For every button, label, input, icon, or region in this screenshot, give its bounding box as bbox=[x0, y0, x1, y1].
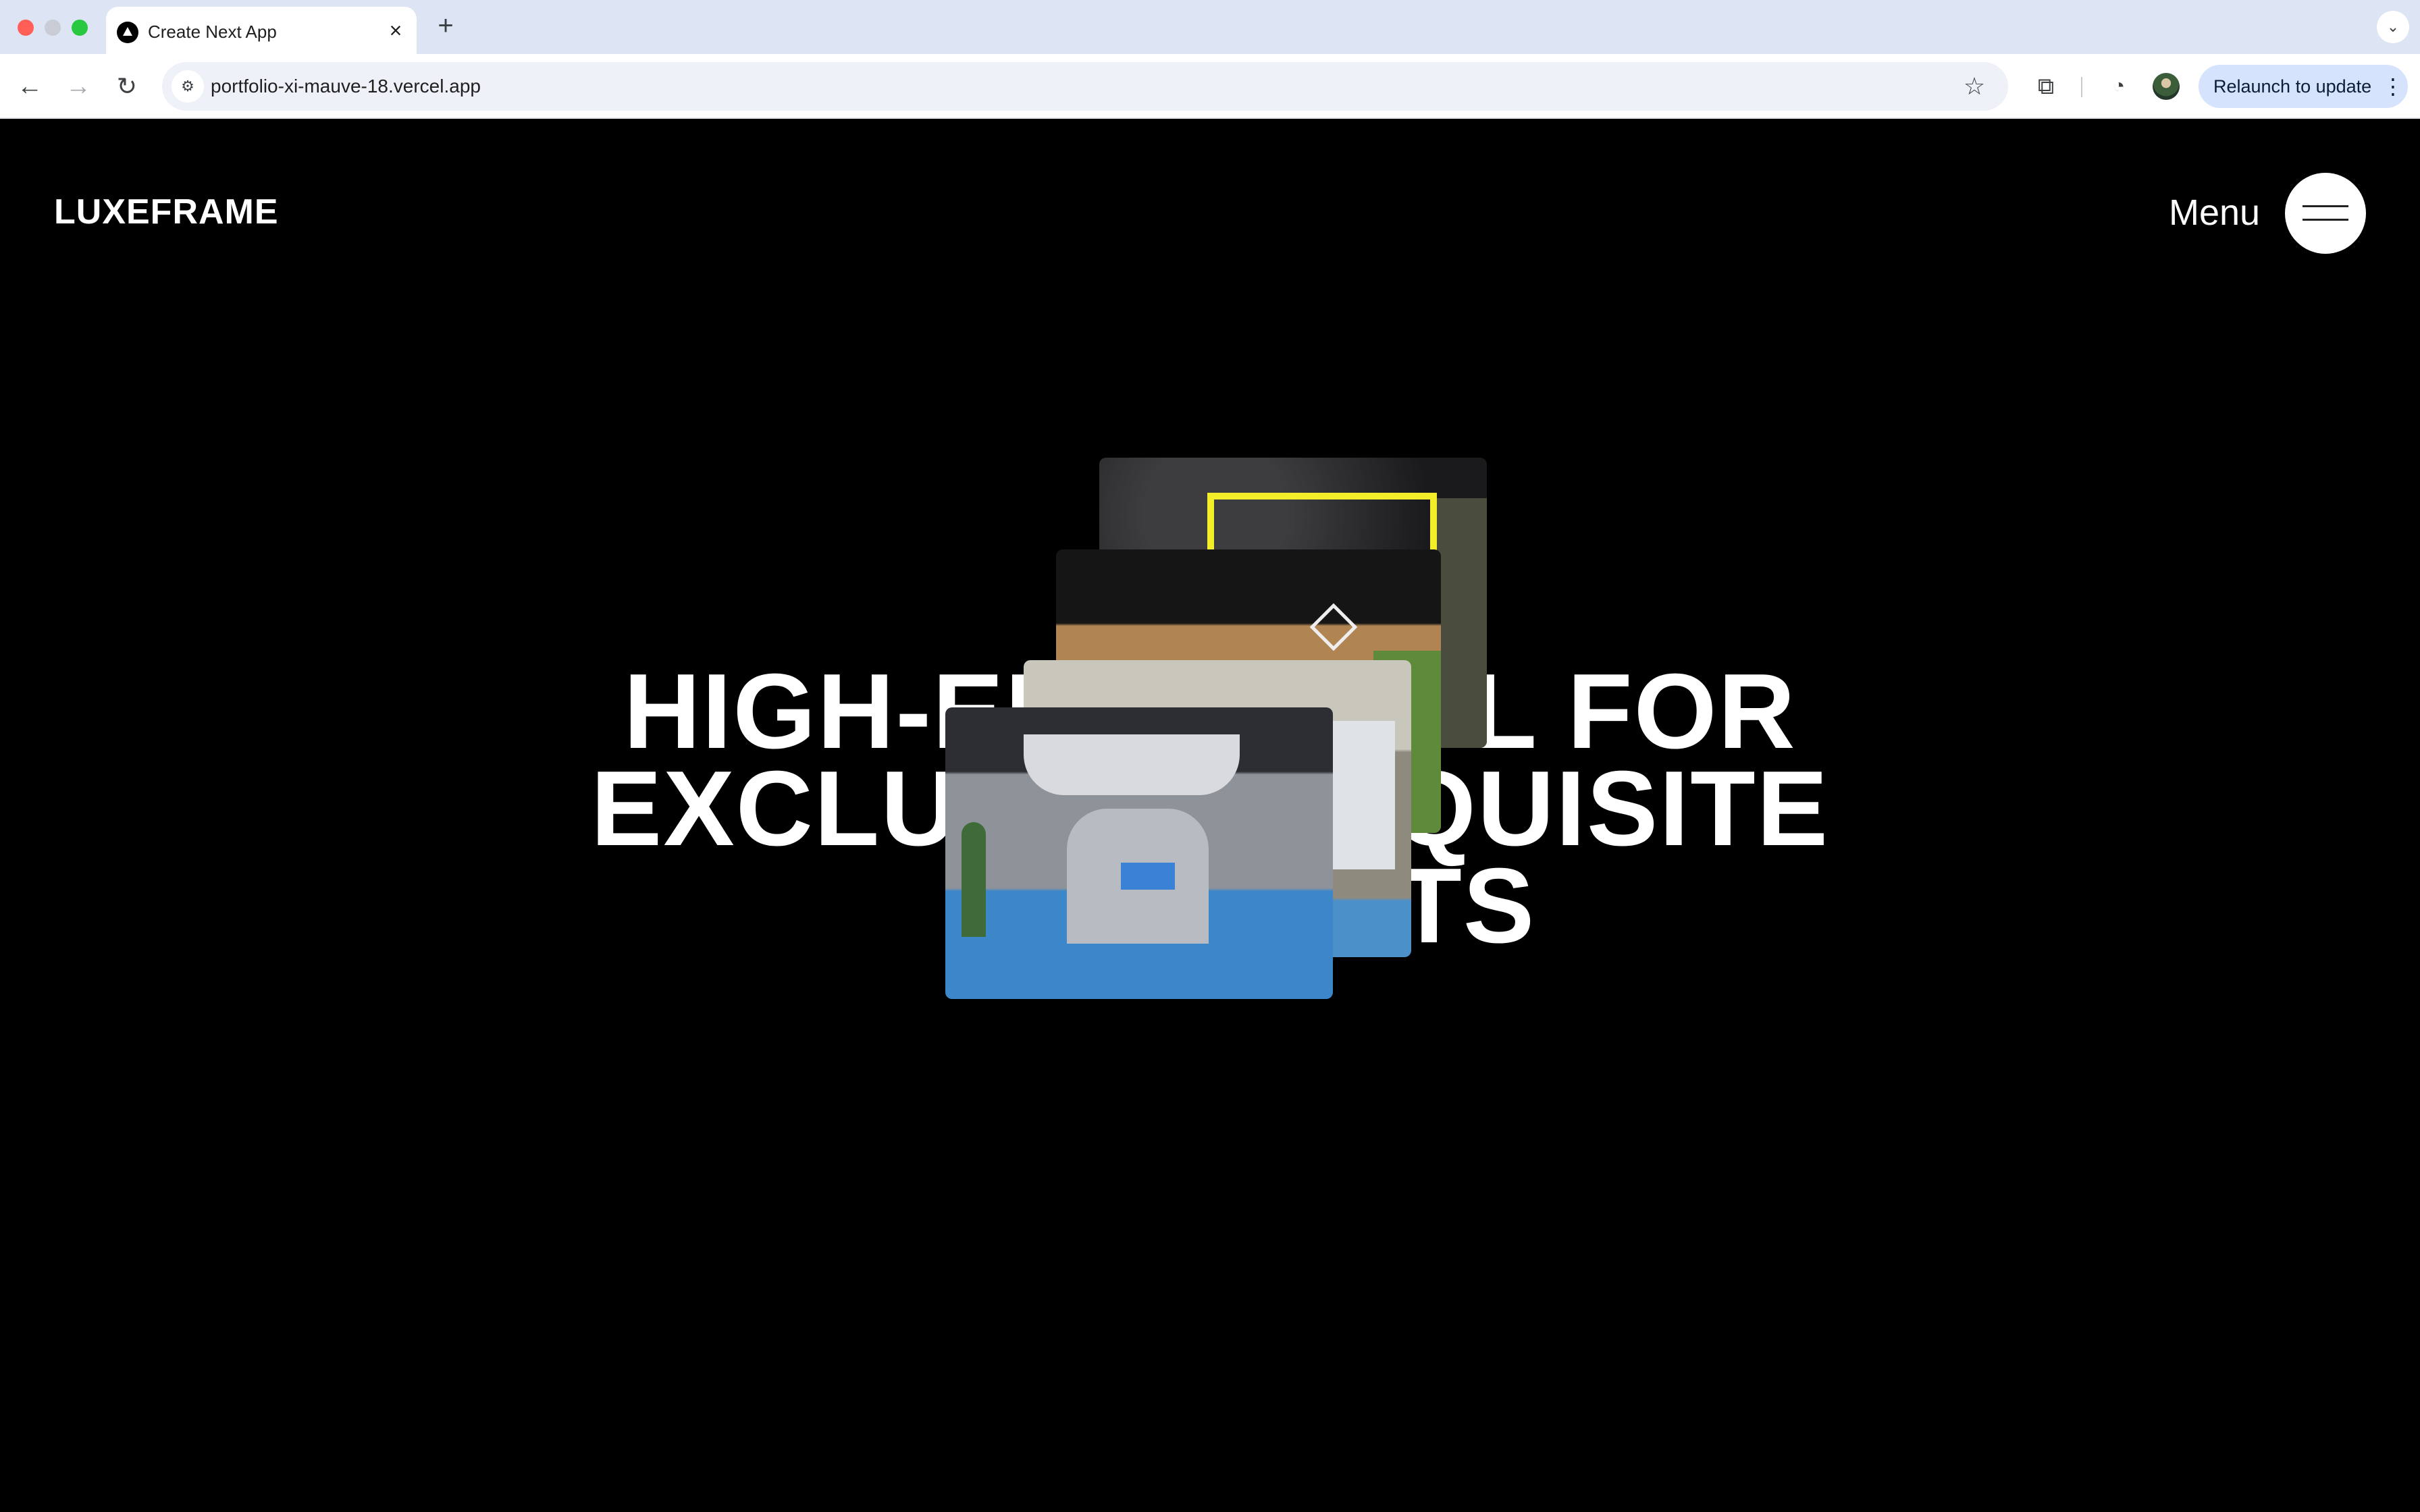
booth-canopy bbox=[1024, 734, 1240, 795]
relaunch-label: Relaunch to update bbox=[2213, 76, 2372, 97]
hamburger-line bbox=[2303, 219, 2348, 221]
arrow-left-icon[interactable]: ← bbox=[14, 70, 46, 103]
toolbar-divider bbox=[2081, 77, 2082, 97]
browser-tab-active[interactable]: Create Next App × bbox=[106, 7, 417, 54]
booth-wall bbox=[1437, 498, 1487, 748]
puzzle-icon[interactable]: ⧉ bbox=[2030, 70, 2062, 103]
close-icon[interactable]: × bbox=[384, 19, 407, 42]
screen: { "browser": { "tab": { "title": "Create… bbox=[0, 0, 2420, 1512]
nextjs-favicon-icon bbox=[117, 22, 138, 43]
avatar-icon[interactable] bbox=[2153, 73, 2180, 100]
menu-label[interactable]: Menu bbox=[2169, 192, 2260, 234]
booth-plant bbox=[962, 822, 986, 937]
exhibition-booth-photo-4 bbox=[945, 707, 1333, 999]
arrow-right-icon[interactable]: → bbox=[62, 70, 95, 103]
browser-tabstrip: Create Next App × + ⌄ bbox=[0, 0, 2420, 54]
hamburger-line bbox=[2303, 205, 2348, 207]
web-page: LUXEFRAME Menu HIGH-EN AL FOR EXCLU QUIS… bbox=[0, 119, 2420, 1512]
speedometer-icon[interactable]: ◔ bbox=[2103, 70, 2135, 103]
plus-icon[interactable]: + bbox=[432, 12, 459, 39]
maximize-window-button[interactable] bbox=[72, 20, 88, 36]
reload-icon[interactable]: ↻ bbox=[111, 70, 143, 103]
booth-emblem bbox=[1309, 603, 1358, 651]
minimize-window-button[interactable] bbox=[45, 20, 61, 36]
tune-icon[interactable]: ⚙ bbox=[172, 70, 204, 103]
star-icon[interactable]: ☆ bbox=[1959, 72, 1989, 101]
browser-toolbar: ← → ↻ ⚙ portfolio-xi-mauve-18.vercel.app… bbox=[0, 54, 2420, 119]
url-text[interactable]: portfolio-xi-mauve-18.vercel.app bbox=[211, 76, 481, 97]
close-window-button[interactable] bbox=[18, 20, 34, 36]
site-logo[interactable]: LUXEFRAME bbox=[54, 192, 279, 232]
tab-title: Create Next App bbox=[148, 22, 277, 42]
chevron-down-icon[interactable]: ⌄ bbox=[2377, 11, 2409, 43]
address-bar[interactable]: ⚙ portfolio-xi-mauve-18.vercel.app ☆ bbox=[162, 62, 2008, 111]
hamburger-icon[interactable] bbox=[2285, 173, 2366, 254]
kebab-menu-icon[interactable]: ⋮ bbox=[2382, 72, 2404, 101]
booth-screen bbox=[1121, 863, 1175, 890]
relaunch-button[interactable]: Relaunch to update ⋮ bbox=[2199, 65, 2408, 108]
